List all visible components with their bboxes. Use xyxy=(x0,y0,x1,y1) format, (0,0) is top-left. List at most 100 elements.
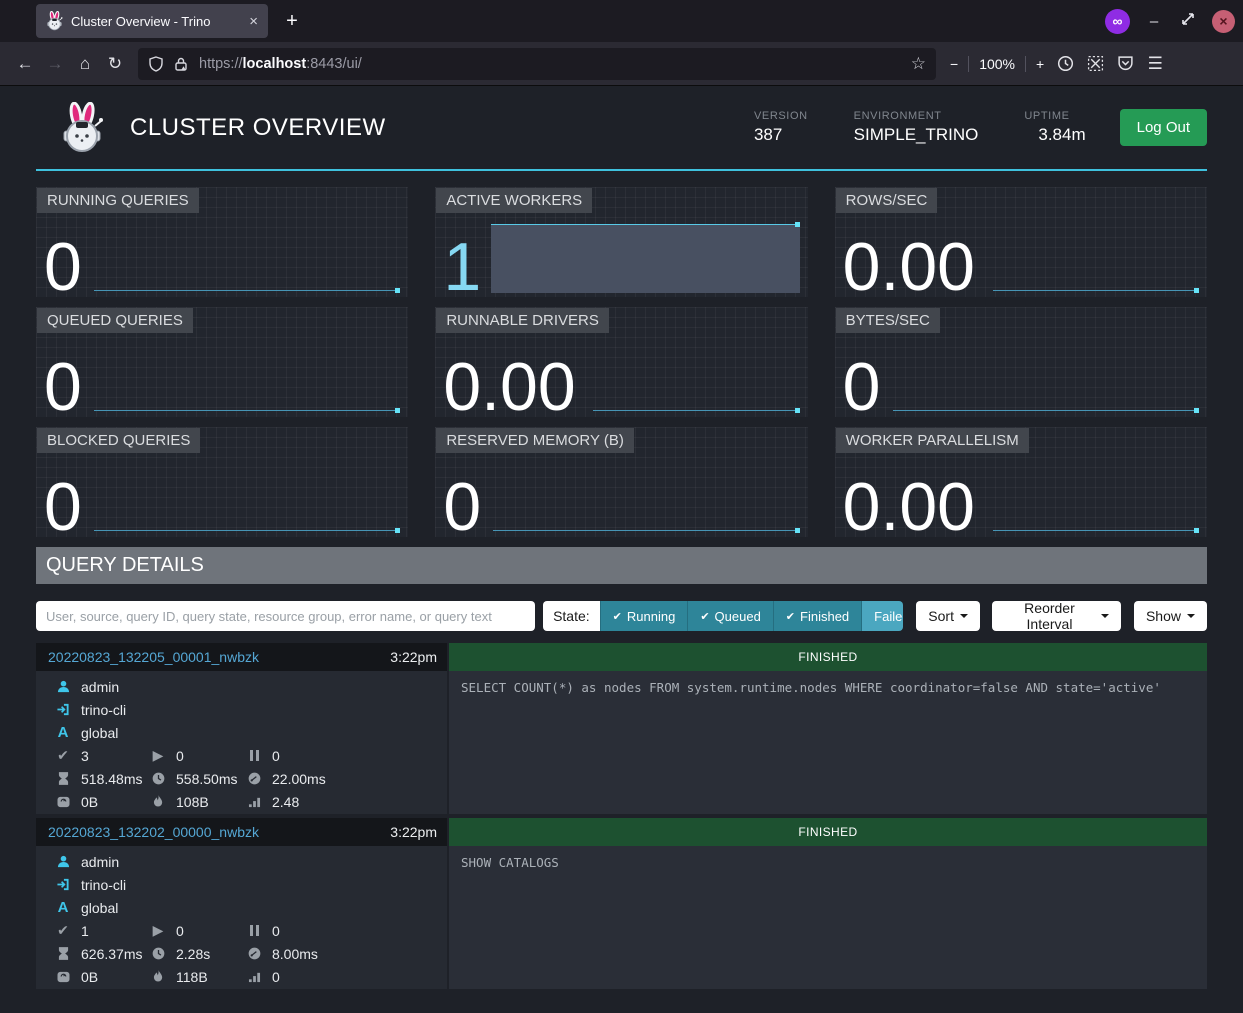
total-time-value: 558.50ms xyxy=(176,771,237,787)
back-button[interactable]: ← xyxy=(10,49,40,79)
state-filter-finished-label: Finished xyxy=(800,609,849,624)
scale-icon xyxy=(55,971,71,983)
show-dropdown[interactable]: Show xyxy=(1134,601,1207,631)
query-id-link[interactable]: 20220823_132205_00001_nwbzk xyxy=(48,649,259,665)
stat-value: 0 xyxy=(44,353,82,421)
zoom-level[interactable]: 100% xyxy=(979,56,1015,72)
stat-value: 0.00 xyxy=(443,353,575,421)
stat-label: RUNNING QUERIES xyxy=(37,188,199,213)
new-tab-button[interactable]: + xyxy=(276,5,308,37)
stat-label: ROWS/SEC xyxy=(836,188,938,213)
query-id-cell: 20220823_132205_00001_nwbzk 3:22pm xyxy=(36,643,447,671)
query-resource-group: Aglobal xyxy=(36,721,447,744)
page-title: CLUSTER OVERVIEW xyxy=(130,114,386,142)
state-filter-running-label: Running xyxy=(627,609,675,624)
total-time-value: 2.28s xyxy=(176,946,210,962)
wall-time-value: 626.37ms xyxy=(81,946,142,962)
completed-splits: ✔3 xyxy=(55,744,150,767)
peak-memory-value: 108B xyxy=(176,794,209,810)
sort-dropdown[interactable]: Sort xyxy=(916,601,980,631)
cumulative-memory: 0 xyxy=(246,965,447,988)
divider xyxy=(1025,56,1026,72)
query-search-input[interactable] xyxy=(36,601,535,631)
log-in-icon xyxy=(55,703,71,716)
query-row: 20220823_132202_00000_nwbzk 3:22pm FINIS… xyxy=(36,818,1207,989)
state-filter-failed-dropdown[interactable]: Failed xyxy=(861,601,903,631)
logout-button[interactable]: Log Out xyxy=(1120,109,1207,146)
stat-value: 0 xyxy=(44,233,82,301)
query-row: 20220823_132205_00001_nwbzk 3:22pm FINIS… xyxy=(36,643,1207,814)
reload-button[interactable]: ↻ xyxy=(100,49,130,79)
stat-card-active-workers: ACTIVE WORKERS 1 xyxy=(435,187,807,297)
total-time: 2.28s xyxy=(150,942,246,965)
chevron-down-icon xyxy=(1101,614,1109,618)
chevron-down-icon xyxy=(1187,614,1195,618)
tab-close-icon[interactable]: × xyxy=(247,13,260,30)
stat-label: BLOCKED QUERIES xyxy=(37,428,200,453)
history-button[interactable] xyxy=(1050,49,1080,79)
state-filter-running[interactable]: ✔ Running xyxy=(600,601,688,631)
zoom-in-button[interactable]: + xyxy=(1036,56,1044,72)
check-icon: ✔ xyxy=(700,610,709,623)
url-bar[interactable]: https://localhost:8443/ui/ ☆ xyxy=(138,48,936,80)
url-text[interactable]: https://localhost:8443/ui/ xyxy=(199,56,911,72)
trino-logo xyxy=(60,102,104,154)
query-user-value: admin xyxy=(81,679,119,695)
tracking-shield-icon[interactable] xyxy=(148,56,164,72)
current-memory-value: 0B xyxy=(81,969,98,985)
stat-value: 0.00 xyxy=(843,233,975,301)
forward-button[interactable]: → xyxy=(40,49,70,79)
sparkline xyxy=(593,410,799,411)
hourglass-icon xyxy=(55,947,71,960)
divider xyxy=(968,56,969,72)
uptime-value: 3.84m xyxy=(1024,125,1085,145)
version-label: VERSION xyxy=(754,110,808,122)
header-meta: VERSION 387 ENVIRONMENT SIMPLE_TRINO UPT… xyxy=(754,109,1207,146)
query-resource-group-value: global xyxy=(81,725,118,741)
stat-card-rows-sec: ROWS/SEC 0.00 xyxy=(835,187,1207,297)
fire-icon xyxy=(150,795,166,808)
total-time: 558.50ms xyxy=(150,767,246,790)
environment-block: ENVIRONMENT SIMPLE_TRINO xyxy=(854,110,979,145)
query-times-row: 626.37ms 2.28s 8.00ms xyxy=(36,942,447,965)
menu-button[interactable]: ☰ xyxy=(1140,49,1170,79)
query-row-header: 20220823_132202_00000_nwbzk 3:22pm FINIS… xyxy=(36,818,1207,846)
reorder-interval-dropdown[interactable]: Reorder Interval xyxy=(992,601,1121,631)
state-filter-queued[interactable]: ✔ Queued xyxy=(687,601,772,631)
screenshot-button[interactable] xyxy=(1080,49,1110,79)
reorder-interval-label: Reorder Interval xyxy=(1004,600,1095,632)
home-button[interactable]: ⌂ xyxy=(70,49,100,79)
pause-icon xyxy=(246,750,262,761)
status-dot xyxy=(1024,131,1033,140)
show-label: Show xyxy=(1146,608,1181,624)
browser-tab[interactable]: Cluster Overview - Trino × xyxy=(36,4,268,38)
sparkline xyxy=(493,530,799,531)
stat-card-blocked-queries: BLOCKED QUERIES 0 xyxy=(36,427,408,537)
restore-icon xyxy=(1181,12,1195,26)
cpu-time: 22.00ms xyxy=(246,767,447,790)
bookmark-star-icon[interactable]: ☆ xyxy=(911,54,926,74)
current-memory: 0B xyxy=(55,790,150,813)
queued-splits: 0 xyxy=(246,919,447,942)
browser-tab-bar: Cluster Overview - Trino × + ∞ – × xyxy=(0,0,1243,42)
clock-icon xyxy=(150,947,166,960)
version-block: VERSION 387 xyxy=(754,110,808,145)
query-splits-row: ✔1 ▶0 0 xyxy=(36,919,447,942)
cpu-time: 8.00ms xyxy=(246,942,447,965)
cpu-time-value: 22.00ms xyxy=(272,771,326,787)
minimize-button[interactable]: – xyxy=(1144,13,1164,30)
lock-warning-icon[interactable] xyxy=(173,56,189,72)
scissors-icon xyxy=(1087,55,1104,72)
running-splits: ▶0 xyxy=(150,744,246,767)
restore-button[interactable] xyxy=(1178,12,1198,30)
cumulative-memory: 2.48 xyxy=(246,790,447,813)
stat-card-worker-parallelism: WORKER PARALLELISM 0.00 xyxy=(835,427,1207,537)
query-id-link[interactable]: 20220823_132202_00000_nwbzk xyxy=(48,824,259,840)
sparkline xyxy=(993,290,1199,291)
stat-value: 1 xyxy=(443,233,481,301)
close-window-button[interactable]: × xyxy=(1212,10,1235,33)
zoom-out-button[interactable]: − xyxy=(950,56,958,72)
pocket-button[interactable] xyxy=(1110,49,1140,79)
state-filter-finished[interactable]: ✔ Finished xyxy=(773,601,861,631)
query-id-cell: 20220823_132202_00000_nwbzk 3:22pm xyxy=(36,818,447,846)
